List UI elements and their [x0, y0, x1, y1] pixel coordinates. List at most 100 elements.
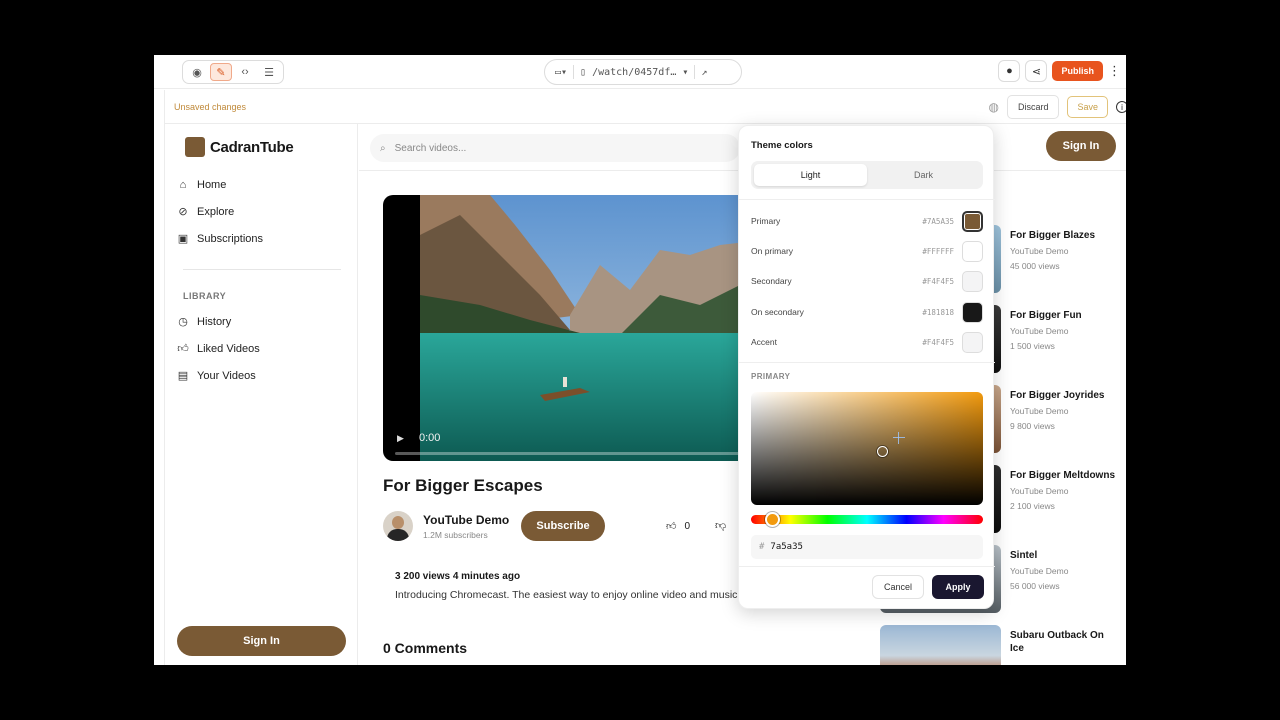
related-info: For Bigger Fun YouTube Demo 1 500 views — [1010, 309, 1120, 351]
like-count: 0 — [684, 520, 691, 532]
sidebar-item-label: Explore — [197, 205, 235, 218]
color-row-accent[interactable]: Accent #F4F4F5 — [751, 330, 983, 354]
sidebar-item-label: Subscriptions — [197, 232, 264, 245]
github-icon[interactable]: ● — [998, 60, 1021, 82]
sidebar-item-your-videos[interactable]: ▤ Your Videos — [177, 362, 347, 389]
color-label: On primary — [751, 246, 794, 256]
saturation-value-picker[interactable] — [751, 392, 983, 505]
video-time: 0:00 — [419, 432, 441, 444]
apply-button[interactable]: Apply — [932, 575, 984, 599]
thumb-up-icon: 👍︎ — [666, 521, 677, 532]
related-channel: YouTube Demo — [1010, 406, 1069, 416]
save-button[interactable]: Save — [1067, 96, 1108, 118]
related-channel: YouTube Demo — [1010, 566, 1069, 576]
related-info: Sintel YouTube Demo 56 000 views — [1010, 549, 1120, 591]
color-swatch[interactable] — [962, 240, 983, 262]
related-views: 2 100 views — [1010, 501, 1055, 511]
subscribe-button[interactable]: Subscribe — [521, 511, 605, 541]
main-nav: ⌂ Home ⊘ Explore ▣ Subscriptions — [177, 171, 347, 252]
tab-dark[interactable]: Dark — [867, 164, 980, 186]
saturation-handle[interactable] — [877, 446, 888, 457]
sidebar-item-subscriptions[interactable]: ▣ Subscriptions — [177, 225, 347, 252]
brand-logo[interactable]: CadranTube — [185, 137, 294, 157]
sidebar-item-label: Home — [197, 178, 227, 191]
color-row-on-primary[interactable]: On primary #FFFFFF — [751, 239, 983, 263]
video-player[interactable]: ▶ 0:00 — [383, 195, 763, 461]
search-input[interactable]: ⌕ Search videos... — [370, 134, 740, 162]
color-row-on-secondary[interactable]: On secondary #181818 — [751, 300, 983, 324]
info-icon[interactable]: i — [1116, 101, 1126, 113]
description-text: Introducing Chromecast. The easiest way … — [395, 589, 738, 601]
search-placeholder: Search videos... — [394, 142, 467, 154]
sidebar-item-label: History — [197, 315, 232, 328]
eye-icon[interactable]: ◉ — [186, 63, 208, 81]
thumb-up-icon: 👍︎ — [177, 343, 189, 355]
color-swatch[interactable] — [962, 331, 983, 353]
play-icon[interactable]: ▶ — [397, 433, 404, 444]
color-label: Secondary — [751, 276, 792, 286]
color-swatch[interactable] — [962, 210, 983, 232]
url-bar[interactable]: ▭▾ ▯ /watch/0457df… ▾ ↗ — [544, 59, 742, 85]
publish-button[interactable]: Publish — [1052, 61, 1103, 81]
pencil-icon[interactable]: ✎ — [210, 63, 232, 81]
related-title[interactable]: Sintel — [1010, 549, 1120, 562]
related-title[interactable]: For Bigger Joyrides — [1010, 389, 1120, 402]
related-views: 45 000 views — [1010, 261, 1060, 271]
related-info: Subaru Outback On Ice — [1010, 629, 1120, 655]
channel-info: YouTube Demo 1.2M subscribers — [383, 511, 509, 541]
sidebar-item-home[interactable]: ⌂ Home — [177, 171, 347, 198]
code-icon[interactable]: ‹› — [234, 63, 256, 81]
color-hex: #181818 — [922, 307, 954, 317]
header-sign-in-button[interactable]: Sign In — [1046, 131, 1116, 161]
channel-name[interactable]: YouTube Demo — [423, 513, 509, 527]
related-title[interactable]: For Bigger Blazes — [1010, 229, 1120, 242]
sidebar-item-liked-videos[interactable]: 👍︎ Liked Videos — [177, 335, 347, 362]
color-row-primary[interactable]: Primary #7A5A35 — [751, 209, 983, 233]
views-and-date: 3 200 views 4 minutes ago — [395, 571, 521, 582]
url-text[interactable]: /watch/0457df… — [592, 67, 676, 78]
video-title: For Bigger Escapes — [383, 476, 543, 495]
thumb-down-icon[interactable]: 👎︎ — [715, 519, 726, 532]
video-progress-bar[interactable] — [395, 452, 755, 455]
related-views: 1 500 views — [1010, 341, 1055, 351]
related-info: For Bigger Meltdowns YouTube Demo 2 100 … — [1010, 469, 1120, 511]
tab-light[interactable]: Light — [754, 164, 867, 186]
related-title[interactable]: For Bigger Fun — [1010, 309, 1120, 322]
hue-slider[interactable] — [751, 512, 983, 527]
related-channel: YouTube Demo — [1010, 246, 1069, 256]
color-label: Accent — [751, 337, 777, 347]
divider — [739, 362, 995, 363]
color-swatch[interactable] — [962, 301, 983, 323]
chevron-down-icon[interactable]: ▾ — [682, 67, 688, 78]
hex-value[interactable]: 7a5a35 — [770, 542, 803, 552]
related-title[interactable]: Subaru Outback On Ice — [1010, 629, 1120, 655]
external-link-icon[interactable]: ↗ — [701, 67, 707, 78]
hex-input[interactable]: # 7a5a35 — [751, 535, 983, 559]
related-video-item[interactable]: Subaru Outback On Ice — [880, 625, 1126, 665]
color-swatch[interactable] — [962, 270, 983, 292]
crosshair-cursor-icon — [893, 432, 905, 444]
sidebar-sign-in-button[interactable]: Sign In — [177, 626, 346, 656]
database-icon[interactable]: ☰ — [258, 63, 280, 81]
like-button[interactable]: 👍︎ 0 — [666, 520, 691, 533]
related-title[interactable]: For Bigger Meltdowns — [1010, 469, 1120, 482]
more-options-icon[interactable]: ⋮ — [1108, 63, 1121, 79]
share-icon[interactable]: ⋖ — [1025, 60, 1048, 82]
description-box[interactable]: 3 200 views 4 minutes ago Introducing Ch… — [383, 561, 763, 619]
palette-icon[interactable]: ◍ — [988, 100, 998, 114]
related-info: For Bigger Joyrides YouTube Demo 9 800 v… — [1010, 389, 1120, 431]
sidebar-item-label: Your Videos — [197, 369, 256, 382]
monitor-icon[interactable]: ▭▾ — [555, 67, 567, 78]
sidebar-item-history[interactable]: ◷ History — [177, 308, 347, 335]
avatar[interactable] — [383, 511, 413, 541]
color-row-secondary[interactable]: Secondary #F4F4F5 — [751, 269, 983, 293]
related-thumbnail[interactable] — [880, 625, 1001, 665]
library-nav: ◷ History 👍︎ Liked Videos ▤ Your Videos — [177, 308, 347, 389]
related-channel: YouTube Demo — [1010, 486, 1069, 496]
cancel-button[interactable]: Cancel — [872, 575, 924, 599]
related-views: 9 800 views — [1010, 421, 1055, 431]
hue-handle[interactable] — [765, 512, 780, 527]
hash-prefix: # — [759, 542, 765, 552]
discard-button[interactable]: Discard — [1006, 95, 1060, 119]
sidebar-item-explore[interactable]: ⊘ Explore — [177, 198, 347, 225]
